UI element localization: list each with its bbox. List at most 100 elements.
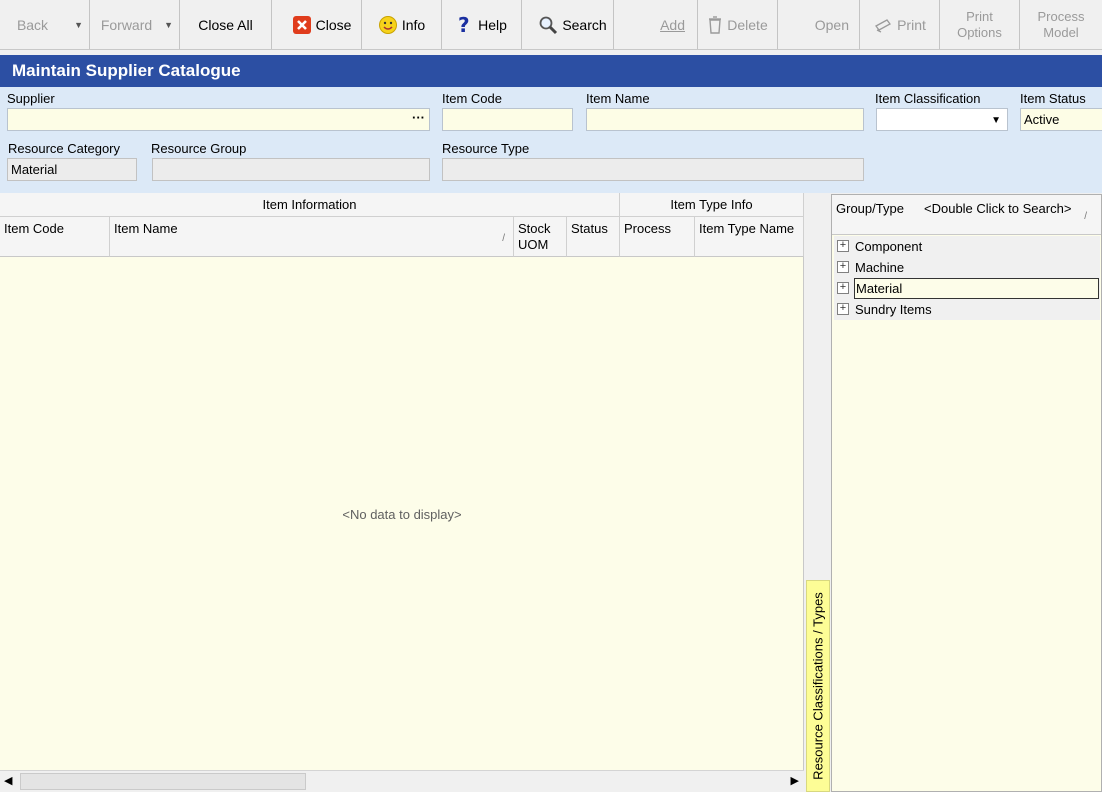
help-button[interactable]: ? Help (442, 0, 522, 49)
resource-category-label: Resource Category (8, 141, 120, 156)
filter-panel: Supplier ··· Item Code Item Name Item Cl… (0, 87, 1102, 193)
scroll-left-icon[interactable]: ◀ (4, 774, 12, 787)
item-status-value: Active (1024, 112, 1060, 127)
tree-node-label: Sundry Items (855, 302, 932, 317)
scrollbar-thumb[interactable] (20, 773, 306, 790)
add-label: Add (660, 16, 685, 33)
question-icon: ? (456, 14, 474, 36)
forward-button[interactable]: Forward ▼ (90, 0, 180, 49)
print-options-line1: Print (966, 8, 993, 24)
empty-grid-message: <No data to display> (342, 507, 462, 522)
tree-node-label: Machine (855, 260, 905, 275)
column-stock-uom[interactable]: Stock UOM (514, 217, 567, 257)
process-model-line2: Model (1043, 24, 1079, 40)
column-process-label: Process (624, 221, 671, 236)
resource-category-value: Material (11, 162, 58, 177)
help-label: Help (478, 16, 507, 33)
info-button[interactable]: Info (362, 0, 442, 49)
process-model-button[interactable]: Process Model (1020, 0, 1102, 49)
delete-label: Delete (727, 16, 768, 33)
expand-plus-icon[interactable]: + (837, 261, 849, 273)
page-title: Maintain Supplier Catalogue (0, 55, 1102, 87)
item-code-label: Item Code (442, 91, 502, 106)
search-button[interactable]: Search (532, 0, 614, 49)
tree-node-sundry-items[interactable]: + Sundry Items (834, 299, 1100, 320)
tree-node-component[interactable]: + Component (834, 236, 1100, 257)
item-classification-select[interactable]: ▼ (876, 108, 1008, 131)
dropdown-arrow-icon[interactable]: ▼ (991, 110, 1001, 131)
open-label: Open (814, 16, 849, 33)
forward-dropdown-icon[interactable]: ▼ (164, 20, 173, 30)
column-stock-uom-line1: Stock (518, 221, 551, 236)
search-label: Search (562, 16, 607, 33)
band-item-information: Item Information (0, 193, 620, 217)
column-item-name-label: Item Name (114, 221, 178, 236)
resource-group-label: Resource Group (151, 141, 247, 156)
expand-plus-icon[interactable]: + (837, 303, 849, 315)
close-all-label: Close All (198, 16, 253, 33)
printer-icon (873, 16, 893, 34)
sort-icon: / (1084, 211, 1087, 222)
sort-icon: / (502, 233, 505, 244)
tree-header[interactable]: Group/Type <Double Click to Search> / (832, 195, 1101, 235)
delete-button[interactable]: Delete (698, 0, 778, 49)
process-model-line1: Process (1037, 8, 1085, 24)
resource-classifications-tab-label: Resource Classifications / Types (810, 592, 826, 780)
column-item-name[interactable]: Item Name / (110, 217, 514, 257)
item-name-label: Item Name (586, 91, 650, 106)
column-item-type-name-label: Item Type Name (699, 221, 795, 236)
open-button[interactable]: Open (778, 0, 860, 49)
item-code-input[interactable] (442, 108, 573, 131)
column-process[interactable]: Process (620, 217, 695, 257)
tree-header-label: Group/Type (836, 201, 904, 216)
column-status[interactable]: Status (567, 217, 620, 257)
back-button[interactable]: Back ▼ (0, 0, 90, 49)
item-status-label: Item Status (1020, 91, 1086, 106)
resource-category-input: Material (7, 158, 137, 181)
item-classification-label: Item Classification (875, 91, 981, 106)
expand-plus-icon[interactable]: + (837, 282, 849, 294)
magnifier-icon (538, 15, 558, 35)
column-stock-uom-line2: UOM (518, 237, 549, 252)
tree-node-machine[interactable]: + Machine (834, 257, 1100, 278)
expand-plus-icon[interactable]: + (837, 240, 849, 252)
info-label: Info (401, 16, 426, 33)
column-item-code[interactable]: Item Code (0, 217, 110, 257)
item-grid: Item Information Item Type Info Item Cod… (0, 193, 804, 792)
print-options-label: Print Options (957, 9, 1002, 41)
ellipsis-icon[interactable]: ··· (412, 107, 425, 128)
resource-tree: Group/Type <Double Click to Search> / + … (831, 194, 1102, 792)
tree-node-material[interactable]: + Material (834, 278, 1100, 299)
print-label: Print (897, 16, 926, 33)
svg-text:?: ? (458, 14, 470, 36)
bin-icon (707, 15, 723, 35)
resource-type-input (442, 158, 864, 181)
band-item-type-info: Item Type Info (620, 193, 804, 217)
item-name-input[interactable] (586, 108, 864, 131)
forward-label: Forward (100, 16, 153, 33)
process-model-label: Process Model (1038, 9, 1085, 41)
print-button[interactable]: Print (860, 0, 940, 49)
add-button[interactable]: Add (620, 0, 698, 49)
column-status-label: Status (571, 221, 608, 236)
back-label: Back (16, 16, 49, 33)
column-item-type-name[interactable]: Item Type Name (695, 217, 804, 257)
close-button[interactable]: Close (282, 0, 362, 49)
resource-group-input (152, 158, 430, 181)
scroll-right-icon[interactable]: ▶ (791, 774, 799, 787)
smiley-icon (378, 15, 398, 35)
close-label: Close (315, 16, 352, 33)
supplier-input[interactable]: ··· (7, 108, 430, 131)
supplier-label: Supplier (7, 91, 55, 106)
item-status-input[interactable]: Active (1020, 108, 1102, 131)
print-options-line2: Options (957, 24, 1002, 40)
resource-type-label: Resource Type (442, 141, 530, 156)
back-dropdown-icon[interactable]: ▼ (74, 20, 83, 30)
tree-node-label: Material (854, 278, 1099, 299)
resource-classifications-tab[interactable]: Resource Classifications / Types (806, 580, 830, 792)
column-item-code-label: Item Code (4, 221, 64, 236)
close-all-button[interactable]: Close All (180, 0, 272, 49)
horizontal-scrollbar[interactable]: ◀ ▶ (0, 770, 804, 792)
toolbar: Back ▼ Forward ▼ Close All Close Info ? … (0, 0, 1102, 50)
print-options-button[interactable]: Print Options (940, 0, 1020, 49)
